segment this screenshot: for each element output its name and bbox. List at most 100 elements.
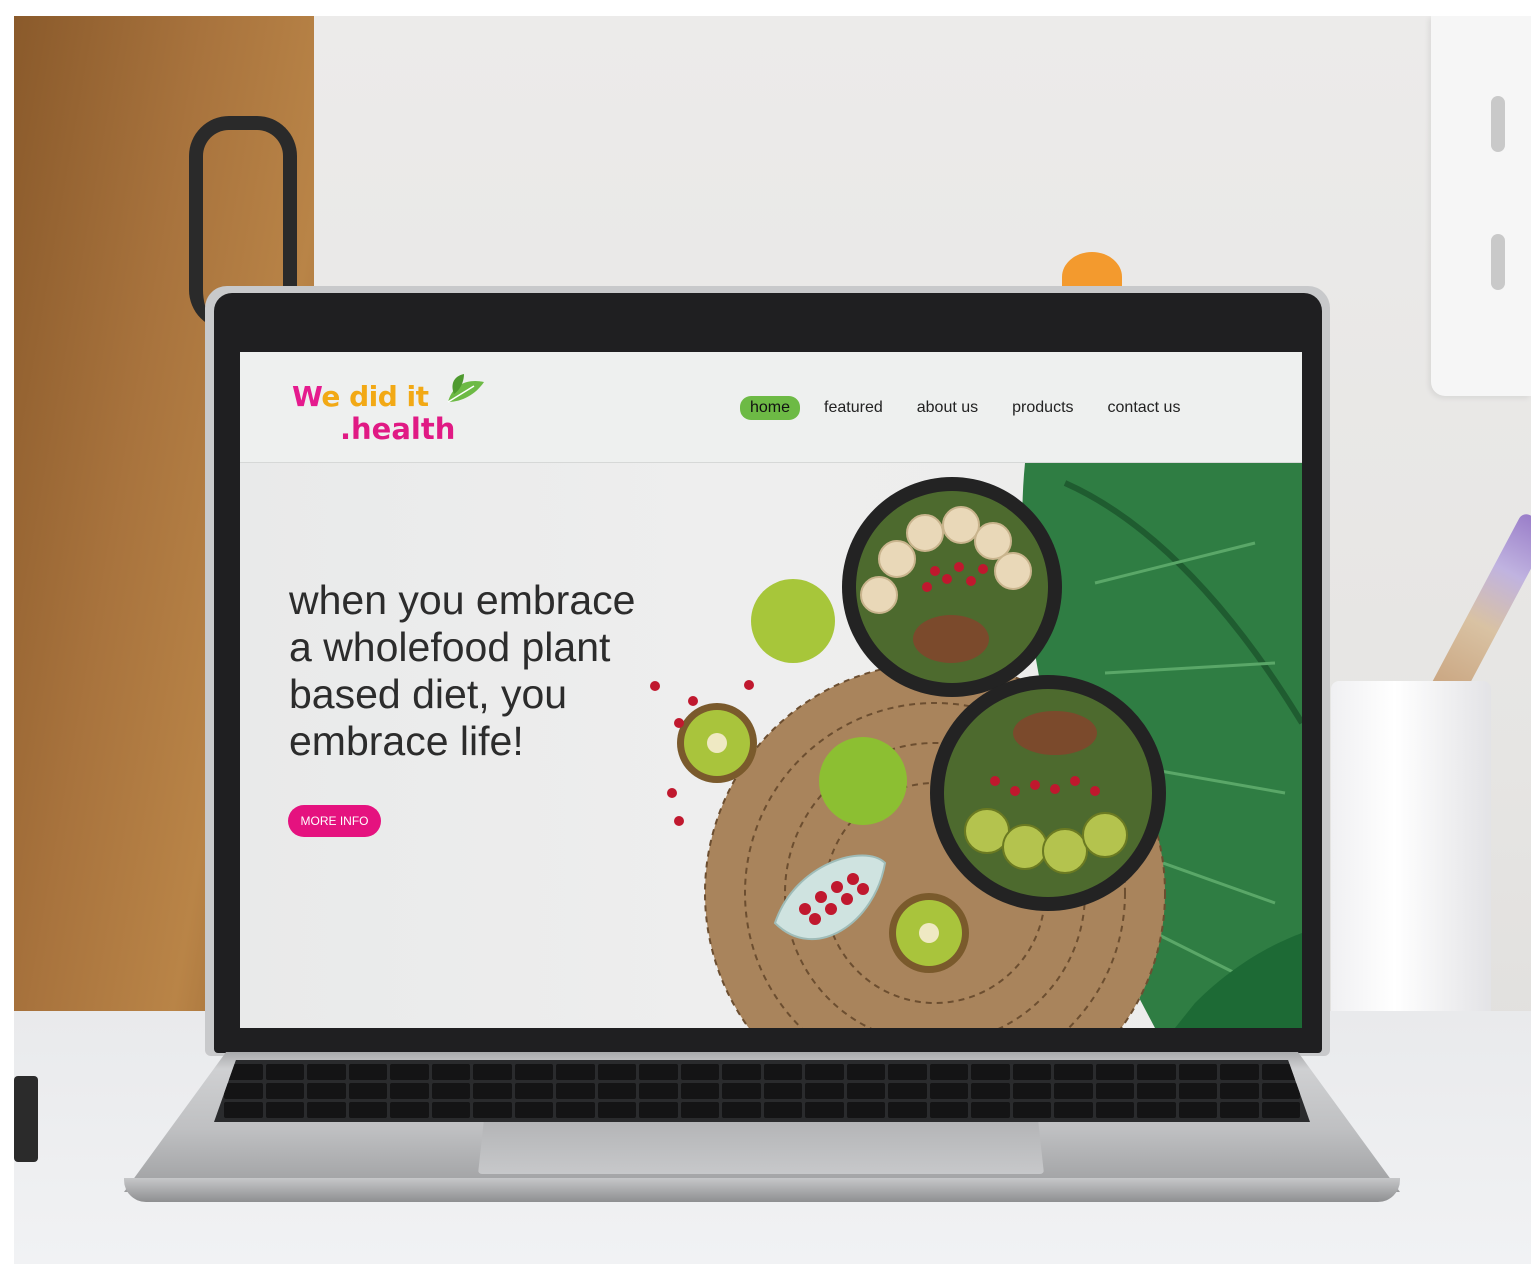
nav-featured[interactable]: featured [814, 396, 893, 420]
keyboard-key [929, 1083, 968, 1099]
keyboard-key [1137, 1064, 1176, 1080]
smoothie-bowl-bottom [930, 675, 1166, 911]
keyboard-key [1012, 1083, 1051, 1099]
keyboard-key [722, 1064, 761, 1080]
paint-brush [1428, 511, 1531, 704]
site-header: We did it .health home featured about us… [240, 352, 1302, 463]
keyboard-key [1054, 1064, 1093, 1080]
keyboard-key [307, 1083, 346, 1099]
keyboard-key [390, 1102, 429, 1118]
laptop-screen: We did it .health home featured about us… [240, 352, 1302, 1028]
keyboard-key [1095, 1102, 1134, 1118]
keyboard-key [680, 1064, 719, 1080]
keyboard-key [763, 1064, 802, 1080]
keyboard-key [473, 1064, 512, 1080]
keyboard-key [597, 1064, 636, 1080]
keyboard-key [473, 1102, 512, 1118]
keyboard-key [805, 1102, 844, 1118]
keyboard-key [431, 1083, 470, 1099]
keyboard-key [680, 1083, 719, 1099]
hero-title: when you embrace a wholefood plant based… [289, 577, 636, 765]
organizer-slot [1491, 234, 1505, 290]
keyboard-key [556, 1083, 595, 1099]
logo-domain: .health [340, 412, 456, 446]
kiwi-half [677, 703, 757, 783]
keyboard-key [556, 1102, 595, 1118]
keyboard-key [929, 1102, 968, 1118]
nav-contact-us[interactable]: contact us [1098, 396, 1191, 420]
keyboard-key [888, 1102, 927, 1118]
site-logo[interactable]: We did it .health [292, 366, 492, 454]
keyboard-key [722, 1102, 761, 1118]
keyboard-key [1054, 1102, 1093, 1118]
keyboard-key [971, 1102, 1010, 1118]
laptop-keyboard [214, 1060, 1310, 1122]
keyboard-key [763, 1102, 802, 1118]
keyboard-key [514, 1064, 553, 1080]
keyboard-key [348, 1064, 387, 1080]
keyboard-key [1178, 1064, 1217, 1080]
keyboard-key [1095, 1083, 1134, 1099]
keyboard-key [888, 1064, 927, 1080]
keyboard-key [265, 1083, 304, 1099]
keyboard-key [805, 1083, 844, 1099]
keyboard-key [846, 1102, 885, 1118]
keyboard-key [639, 1064, 678, 1080]
keyboard-key [846, 1083, 885, 1099]
keyboard-key [390, 1083, 429, 1099]
nav-home[interactable]: home [740, 396, 801, 420]
keyboard-key [348, 1102, 387, 1118]
keyboard-key [1012, 1064, 1051, 1080]
wall-organizer [1431, 16, 1531, 396]
keyboard-key [514, 1102, 553, 1118]
hero-section: when you embrace a wholefood plant based… [240, 463, 1302, 1028]
organizer-slot [1491, 96, 1505, 152]
keyboard-key [1095, 1064, 1134, 1080]
nav-about-us[interactable]: about us [907, 396, 988, 420]
more-info-button[interactable]: MORE INFO [288, 805, 381, 837]
keyboard-key [805, 1064, 844, 1080]
keyboard-key [846, 1064, 885, 1080]
keyboard-key [514, 1083, 553, 1099]
keyboard-key [1012, 1102, 1051, 1118]
hero-food-image [650, 463, 1302, 1028]
keyboard-key [639, 1102, 678, 1118]
laptop-base-edge [124, 1178, 1400, 1202]
keyboard-key [431, 1064, 470, 1080]
keyboard-key [639, 1083, 678, 1099]
keyboard-key [307, 1064, 346, 1080]
keyboard-key [722, 1083, 761, 1099]
lime [751, 579, 835, 663]
keyboard-key [971, 1083, 1010, 1099]
keyboard-key [307, 1102, 346, 1118]
keyboard-key [1054, 1083, 1093, 1099]
lime [819, 737, 907, 825]
keyboard-key [1178, 1083, 1217, 1099]
laptop-trackpad [478, 1122, 1044, 1174]
keyboard-key [971, 1064, 1010, 1080]
keyboard-key [556, 1064, 595, 1080]
keyboard-key [597, 1083, 636, 1099]
keyboard-key [1261, 1083, 1300, 1099]
nav-products[interactable]: products [1002, 396, 1083, 420]
dark-object [14, 1076, 38, 1162]
keyboard-key [597, 1102, 636, 1118]
keyboard-key [224, 1083, 263, 1099]
keyboard-key [1220, 1102, 1259, 1118]
keyboard-key [431, 1102, 470, 1118]
logo-w: W [292, 380, 322, 413]
keyboard-key [680, 1102, 719, 1118]
keyboard-key [473, 1083, 512, 1099]
smoothie-bowl-top [842, 477, 1062, 697]
keyboard-key [763, 1083, 802, 1099]
kiwi-half [889, 893, 969, 973]
keyboard-key [1261, 1102, 1300, 1118]
keyboard-key [224, 1102, 263, 1118]
keyboard-key [265, 1064, 304, 1080]
keyboard-key [888, 1083, 927, 1099]
logo-line1: We did it [292, 380, 429, 413]
keyboard-key [348, 1083, 387, 1099]
keyboard-key [1137, 1083, 1176, 1099]
keyboard-key [929, 1064, 968, 1080]
logo-text: e did it [321, 380, 429, 413]
